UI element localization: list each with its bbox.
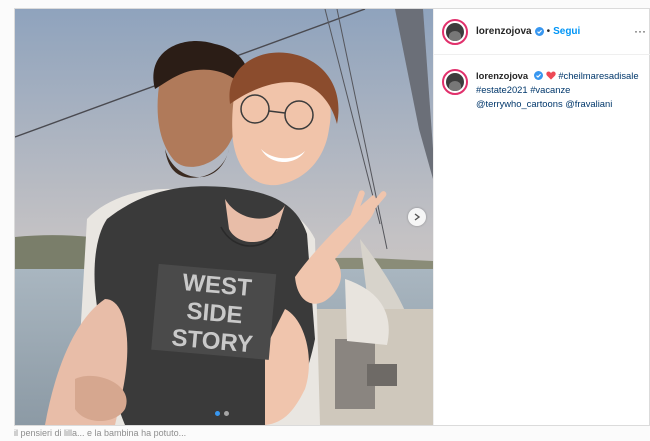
header-separator: •: [546, 26, 551, 37]
post-sidebar: lorenzojova • Segui ··· lorenzojova #che…: [433, 9, 650, 425]
photo-illustration: WEST SIDE STORY: [15, 9, 433, 425]
follow-button[interactable]: Segui: [553, 26, 580, 37]
hashtag-cheilmaresadisale[interactable]: #cheilmaresadisale: [558, 70, 638, 81]
carousel-dot-active: [215, 411, 220, 416]
shirt-text-line-2: SIDE: [186, 298, 244, 330]
post-caption: lorenzojova #cheilmaresadisale #estate20…: [434, 55, 650, 111]
hashtag-estate2021[interactable]: #estate2021: [476, 84, 528, 95]
avatar[interactable]: [442, 18, 468, 45]
next-photo-button[interactable]: [408, 208, 426, 226]
header-username[interactable]: lorenzojova: [476, 26, 532, 37]
caption-avatar[interactable]: [442, 69, 468, 95]
instagram-post: WEST SIDE STORY lorenzojova • Segui ··· …: [14, 8, 650, 426]
mention-fravaliani[interactable]: @fravaliani: [565, 98, 612, 109]
mention-terrywho-cartoons[interactable]: @terrywho_cartoons: [476, 98, 563, 109]
post-header: lorenzojova • Segui ···: [434, 9, 650, 55]
carousel-dot: [224, 411, 229, 416]
caption-username[interactable]: lorenzojova: [476, 70, 528, 81]
caption-text: lorenzojova #cheilmaresadisale #estate20…: [476, 69, 640, 111]
chevron-right-icon: [414, 213, 421, 221]
bottom-text-snippet: il pensieri di lilla... e la bambina ha …: [14, 428, 187, 438]
more-options-icon[interactable]: ···: [634, 24, 646, 38]
verified-badge-icon: [534, 27, 544, 36]
hashtag-vacanze[interactable]: #vacanze: [530, 84, 570, 95]
post-photo[interactable]: WEST SIDE STORY: [15, 9, 433, 425]
verified-badge-icon: [533, 71, 543, 80]
carousel-dots: [215, 411, 229, 416]
heart-emoji-icon: [546, 71, 556, 80]
